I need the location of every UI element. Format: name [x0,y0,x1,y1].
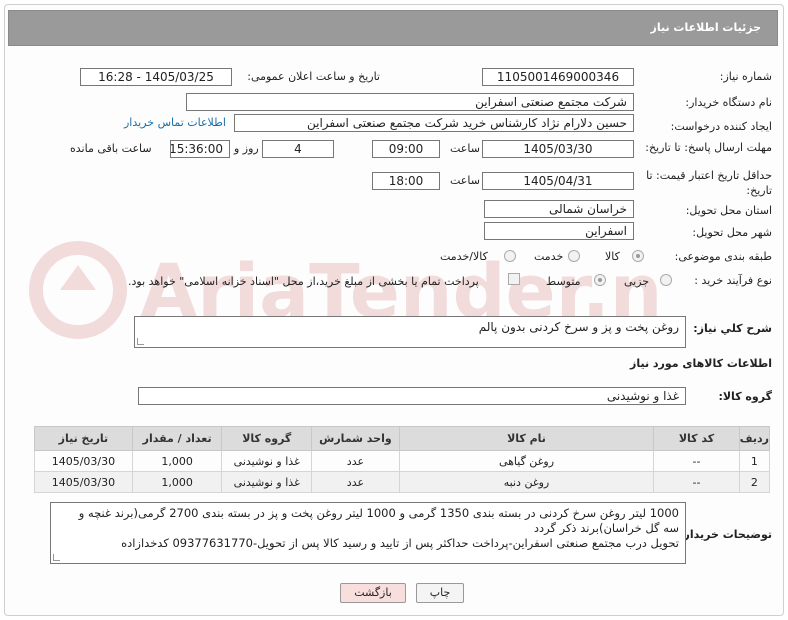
price-validity-time-field: 18:00 [372,172,440,190]
item-quantity: 1,000 [131,471,223,493]
buyer-notes-line: تحویل درب مجتمع صنعتی اسفراین-پرداخت حدا… [121,536,679,550]
col-item-code: کد کالا [653,426,740,451]
days-label: روز و [234,142,259,155]
col-quantity: تعداد / مقدار [131,426,223,451]
buyer-contact-link[interactable]: اطلاعات تماس خریدار [124,116,226,129]
city-label: شهر محل تحویل: [692,226,772,239]
col-row-number: ردیف [738,426,771,451]
city-field: اسفراین [484,222,634,240]
resize-handle-icon[interactable] [137,338,144,345]
table-header-row: ردیف کد کالا نام کالا واحد شمارش گروه کا… [34,426,771,451]
category-service-label: خدمت [534,250,564,263]
price-validity-label: حداقل تاریخ اعتبار قیمت: تا تاریخ: [646,169,772,197]
need-number-label: شماره نیاز: [719,70,772,83]
buyer-org-label: نام دستگاه خریدار: [685,96,772,109]
row-number: 1 [738,450,771,472]
col-item-name: نام کالا [398,426,655,451]
province-label: استان محل تحویل: [685,204,772,217]
goods-table: ردیف کد کالا نام کالا واحد شمارش گروه کا… [34,426,771,493]
print-button[interactable]: چاپ [416,583,464,603]
buyer-notes-label: توضیحات خریدار: [679,528,772,541]
item-unit: عدد [311,471,400,493]
price-validity-time-label: ساعت [450,174,480,187]
process-type-label: نوع فرآیند خرید : [694,274,772,287]
row-number: 2 [738,471,771,493]
buyer-notes-line: سه گل خراسان)برند ذکر گردد [533,521,679,535]
item-group: غذا و نوشیدنی [221,471,313,493]
summary-field: روغن پخت و پز و سرخ کردنی بدون پالم [134,316,686,348]
deadline-date-field: 1405/03/30 [482,140,634,158]
back-button[interactable]: بازگشت [340,583,406,603]
price-validity-date-field: 1405/04/31 [482,172,634,190]
creator-field: حسین دلارام نژاد کارشناس خرید شرکت مجتمع… [234,114,634,132]
category-goods-service-label: کالا/خدمت [440,250,488,263]
summary-label: شرح کلي نياز: [693,322,772,335]
category-goods-radio[interactable] [632,250,644,262]
deadline-time-label: ساعت [450,142,480,155]
summary-text: روغن پخت و پز و سرخ کردنی بدون پالم [478,320,679,334]
page-title: جزئیات اطلاعات نیاز [650,21,762,34]
col-unit: واحد شمارش [311,426,400,451]
col-need-date: تاریخ نیاز [34,426,133,451]
treasury-payment-note: پرداخت تمام یا بخشی از مبلغ خرید،از محل … [128,275,479,288]
category-label: طبقه بندی موضوعی: [674,250,772,263]
col-item-group: گروه کالا [221,426,313,451]
process-medium-label: متوسط [546,275,581,288]
buyer-org-field: شرکت مجتمع صنعتی اسفراین [186,93,634,111]
buyer-notes-line: 1000 لیتر روغن سرخ کردنی در بسته بندی 13… [78,506,679,520]
item-need-date: 1405/03/30 [34,450,133,472]
item-code: -- [653,471,740,493]
item-need-date: 1405/03/30 [34,471,133,493]
table-row: 1 -- روغن گیاهی عدد غذا و نوشیدنی 1,000 … [34,450,771,472]
days-remaining-field: 4 [262,140,334,158]
item-quantity: 1,000 [131,450,223,472]
deadline-time-field: 09:00 [372,140,440,158]
item-group: غذا و نوشیدنی [221,450,313,472]
item-unit: عدد [311,450,400,472]
announce-date-field: 1405/03/25 - 16:28 [80,68,232,86]
item-name: روغن دنبه [398,471,655,493]
process-medium-radio[interactable] [594,274,606,286]
goods-group-field: غذا و نوشیدنی [138,387,686,405]
need-number-field: 1105001469000346 [482,68,634,86]
process-minor-radio[interactable] [660,274,672,286]
goods-group-label: گروه کالا: [718,390,772,403]
page-header: جزئیات اطلاعات نیاز [8,10,778,46]
deadline-label: مهلت ارسال پاسخ: تا تاریخ: [645,141,772,154]
process-minor-label: جزیی [624,275,650,288]
item-name: روغن گیاهی [398,450,655,472]
table-row: 2 -- روغن دنبه عدد غذا و نوشیدنی 1,000 1… [34,471,771,493]
province-field: خراسان شمالی [484,200,634,218]
category-goods-label: کالا [605,250,620,263]
resize-handle-icon[interactable] [53,554,60,561]
remaining-time-label: ساعت باقی مانده [70,142,152,155]
goods-section-title: اطلاعات کالاهای مورد نیاز [630,357,772,370]
buyer-notes-field: 1000 لیتر روغن سرخ کردنی در بسته بندی 13… [50,502,686,564]
category-goods-service-radio[interactable] [504,250,516,262]
creator-label: ایجاد کننده درخواست: [670,120,772,133]
announce-label: تاریخ و ساعت اعلان عمومی: [247,70,380,83]
remaining-time-field: 15:36:00 [170,140,230,158]
category-service-radio[interactable] [568,250,580,262]
treasury-payment-checkbox[interactable] [508,273,520,285]
item-code: -- [653,450,740,472]
